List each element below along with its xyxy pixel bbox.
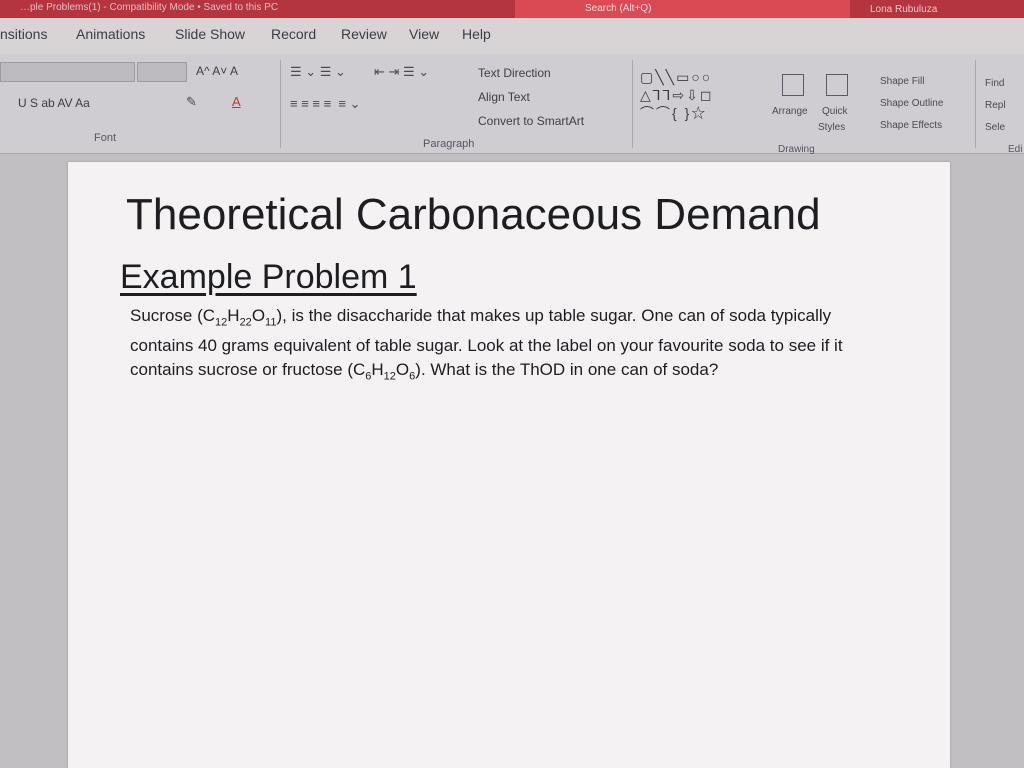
highlight-icon[interactable]: ✎ bbox=[186, 94, 197, 110]
ribbon-tabs: nsitions Animations Slide Show Record Re… bbox=[0, 18, 1024, 54]
slide-title[interactable]: Theoretical Carbonaceous Demand bbox=[126, 190, 821, 240]
slide-canvas[interactable]: Theoretical Carbonaceous Demand Example … bbox=[68, 162, 950, 768]
divider bbox=[975, 60, 976, 148]
tab-view[interactable]: View bbox=[409, 26, 439, 42]
tab-slide-show[interactable]: Slide Show bbox=[175, 26, 245, 42]
tab-transitions[interactable]: nsitions bbox=[0, 26, 47, 42]
font-size-buttons[interactable]: A^ A˅ A bbox=[196, 64, 238, 78]
divider bbox=[632, 60, 633, 148]
font-group-label: Font bbox=[94, 132, 117, 144]
bullets-icon[interactable]: ☰ ⌄ ☰ ⌄ bbox=[290, 64, 346, 80]
font-name-box[interactable] bbox=[0, 62, 135, 82]
shape-outline-button[interactable]: Shape Outline bbox=[880, 98, 943, 109]
slide-subtitle[interactable]: Example Problem 1 bbox=[120, 258, 417, 297]
font-color-icon[interactable]: A bbox=[232, 94, 241, 109]
tab-help[interactable]: Help bbox=[462, 26, 491, 42]
user-name[interactable]: Lona Rubuluza bbox=[870, 4, 937, 15]
document-title: …ple Problems(1) - Compatibility Mode • … bbox=[20, 2, 279, 13]
quick-styles-icon[interactable] bbox=[826, 74, 848, 96]
tab-animations[interactable]: Animations bbox=[76, 26, 145, 42]
select-button[interactable]: Sele bbox=[985, 122, 1005, 133]
search-box[interactable]: Search (Alt+Q) bbox=[515, 0, 850, 18]
quick-styles-button-1[interactable]: Quick bbox=[822, 106, 848, 117]
shape-effects-button[interactable]: Shape Effects bbox=[880, 120, 942, 131]
title-bar: …ple Problems(1) - Compatibility Mode • … bbox=[0, 0, 1024, 18]
ribbon: A^ A˅ A U S ab AV Aa ✎ A Font ☰ ⌄ ☰ ⌄ ⇤ … bbox=[0, 54, 1024, 155]
quick-styles-button-2[interactable]: Styles bbox=[818, 122, 845, 133]
align-icon[interactable]: ≡ ≡ ≡ ≡ ≡ ⌄ bbox=[290, 96, 361, 112]
shape-fill-button[interactable]: Shape Fill bbox=[880, 76, 924, 87]
arrange-icon[interactable] bbox=[782, 74, 804, 96]
divider bbox=[280, 60, 281, 148]
text-direction-button[interactable]: Text Direction bbox=[478, 66, 551, 80]
tab-record[interactable]: Record bbox=[271, 26, 316, 42]
replace-button[interactable]: Repl bbox=[985, 100, 1006, 111]
tab-review[interactable]: Review bbox=[341, 26, 387, 42]
font-size-box[interactable] bbox=[137, 62, 187, 82]
font-format-buttons[interactable]: U S ab AV Aa bbox=[18, 96, 90, 110]
slide-body-text[interactable]: Sucrose (C12H22O11), is the disaccharide… bbox=[130, 304, 890, 389]
convert-smartart-button[interactable]: Convert to SmartArt bbox=[478, 114, 584, 128]
find-button[interactable]: Find bbox=[985, 78, 1004, 89]
align-text-button[interactable]: Align Text bbox=[478, 90, 530, 104]
paragraph-group-label: Paragraph bbox=[423, 138, 475, 150]
indent-icon[interactable]: ⇤ ⇥ ☰ ⌄ bbox=[374, 64, 429, 80]
shapes-gallery[interactable]: ▢╲╲▭○○ △⅂⅂⇨⇩◻ ⌒⌒{ }☆ bbox=[640, 68, 770, 126]
arrange-button[interactable]: Arrange bbox=[772, 106, 808, 117]
